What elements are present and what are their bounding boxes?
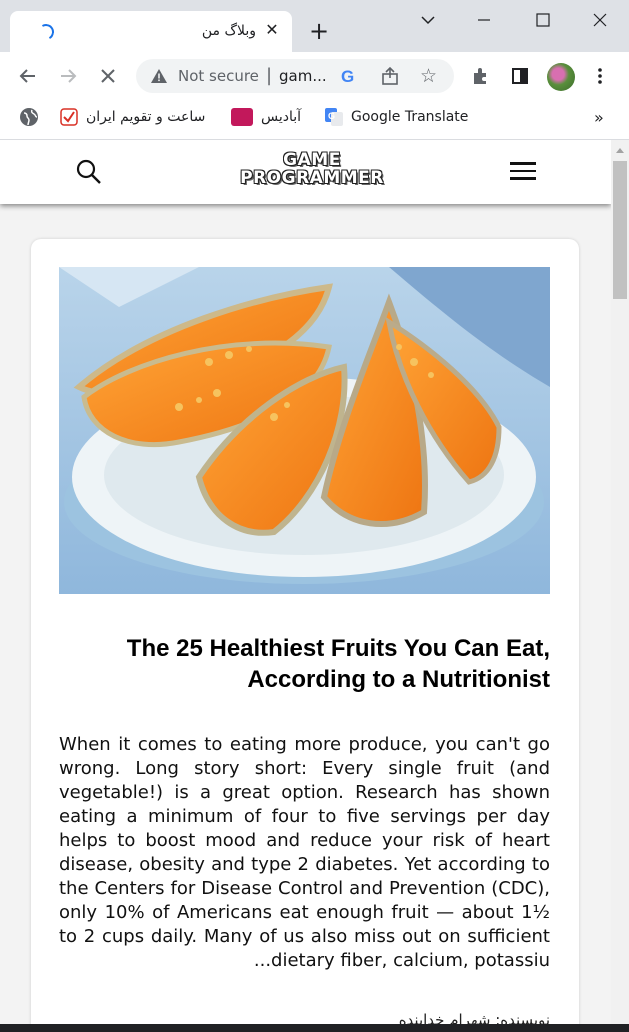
extensions-puzzle-icon[interactable] [467, 62, 495, 90]
bookmarks-bar: ساعت و تقویم ایران آبادیس G Google Trans… [0, 100, 629, 134]
post-excerpt: When it comes to eating more produce, yo… [59, 734, 550, 971]
forward-arrow-icon[interactable] [54, 62, 82, 90]
logo-line-2: PROGRAMMER [240, 168, 384, 188]
tab-search-chevron-icon[interactable] [414, 8, 442, 32]
page-viewport: GAME PROGRAMMER The 25 Healthiest Fruits… [0, 140, 611, 1032]
bookmarks-overflow-button[interactable]: » [594, 107, 604, 127]
post-image[interactable] [59, 267, 550, 594]
warning-triangle-icon[interactable] [150, 68, 168, 88]
taskbar-edge [0, 1024, 629, 1032]
scroll-up-arrow-icon[interactable] [616, 148, 624, 153]
search-icon[interactable] [76, 159, 102, 189]
back-arrow-icon[interactable] [14, 62, 42, 90]
post-card[interactable]: The 25 Healthiest Fruits You Can Eat, Ac… [31, 239, 579, 1032]
bookmark-label: آبادیس [261, 109, 302, 125]
scrollbar-thumb[interactable] [613, 161, 627, 299]
active-tab[interactable]: وبلاگ من ✕ [10, 11, 292, 52]
side-panel-icon[interactable] [506, 62, 534, 90]
checkmark-favicon [60, 108, 78, 126]
address-separator: | [266, 65, 273, 86]
tab-title: وبلاگ من [201, 23, 256, 39]
tab-strip: وبلاگ من ✕ + [0, 0, 629, 52]
loading-spinner-icon [36, 22, 56, 42]
google-translate-favicon: G [325, 108, 343, 126]
hamburger-menu-icon[interactable] [510, 162, 536, 180]
close-tab-icon[interactable]: ✕ [262, 20, 282, 40]
bookmark-item-iran-clock[interactable]: ساعت و تقویم ایران [60, 107, 205, 127]
stop-loading-icon[interactable] [94, 62, 122, 90]
maximize-button[interactable] [529, 8, 557, 32]
bookmark-item-google-translate[interactable]: G Google Translate [325, 107, 468, 127]
svg-text:G: G [328, 111, 335, 121]
profile-avatar[interactable] [547, 63, 575, 91]
site-header: GAME PROGRAMMER [0, 140, 611, 204]
window-close-button[interactable] [586, 8, 614, 32]
bookmark-label: ساعت و تقویم ایران [86, 109, 206, 125]
new-tab-button[interactable]: + [305, 17, 333, 45]
bookmark-star-icon[interactable]: ☆ [420, 65, 437, 87]
logo-line-1: GAME [283, 150, 341, 170]
abadis-favicon [231, 108, 253, 126]
url-text[interactable]: gam... [279, 67, 327, 85]
globe-icon[interactable] [19, 107, 39, 127]
site-logo[interactable]: GAME PROGRAMMER [222, 151, 402, 187]
address-bar[interactable]: Not secure | gam... G ☆ [136, 59, 454, 93]
share-icon[interactable] [380, 66, 400, 90]
bookmark-label: Google Translate [351, 109, 469, 125]
security-status-label[interactable]: Not secure [178, 67, 260, 85]
google-lens-icon[interactable]: G [341, 67, 354, 87]
post-title[interactable]: The 25 Healthiest Fruits You Can Eat, Ac… [59, 633, 550, 695]
page-scrollbar[interactable] [611, 140, 629, 1032]
minimize-button[interactable] [470, 8, 498, 32]
bookmark-item-abadis[interactable]: آبادیس [231, 107, 301, 127]
more-menu-icon[interactable] [586, 62, 614, 90]
browser-toolbar: Not secure | gam... G ☆ [0, 52, 629, 100]
